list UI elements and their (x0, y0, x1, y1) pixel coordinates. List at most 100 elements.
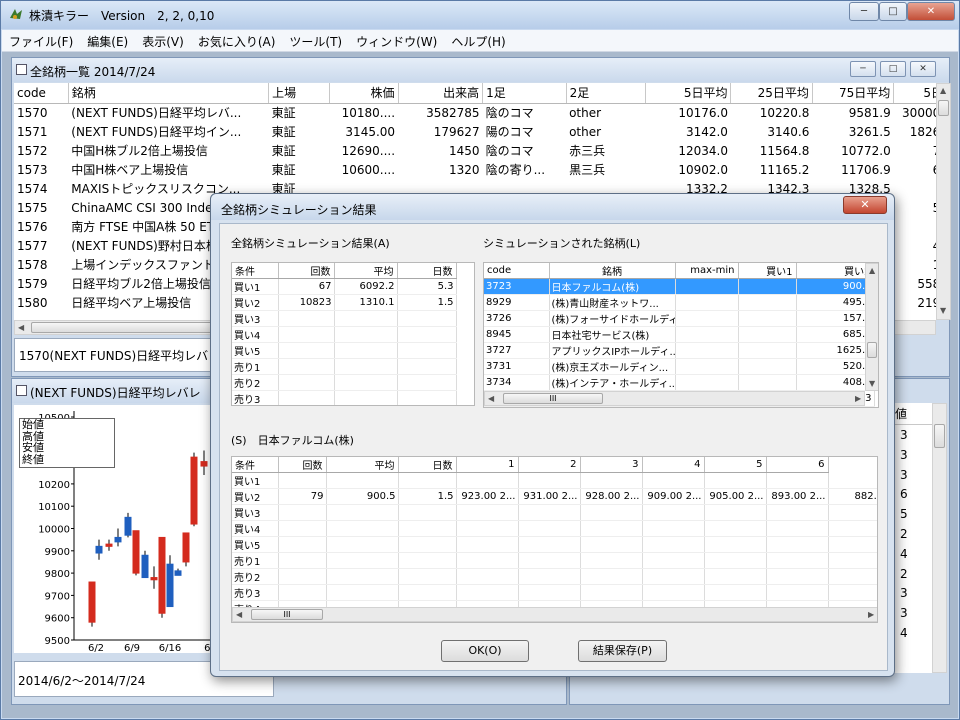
list-col-header-4[interactable]: 出来高 (398, 83, 484, 104)
grid-row[interactable]: 3742ITbook(株) 452.7 (484, 406, 875, 407)
grid-row[interactable]: 買い4 (232, 326, 472, 343)
grid-cell: 買い1 (232, 472, 279, 489)
table-cell: 10902.0 (678, 162, 728, 177)
scroll-down-icon[interactable]: ▼ (869, 379, 875, 388)
menu-item-2[interactable]: 表示(V) (135, 30, 191, 50)
grid-cell: 5.3 (397, 278, 457, 295)
list-col-header-3[interactable]: 株価 (329, 83, 399, 104)
close-button[interactable]: ✕ (907, 2, 955, 21)
grid-col-header-2[interactable]: max-min (675, 263, 739, 279)
maximize-button[interactable]: □ (879, 2, 907, 21)
table-row[interactable]: 1571 (NEXT FUNDS)日経平均イン... 東証 3145.00 179627… (14, 122, 936, 141)
ok-button[interactable]: OK(O) (441, 640, 529, 662)
minimize-button[interactable]: ─ (849, 2, 879, 21)
scroll-right-icon[interactable]: ▶ (868, 610, 874, 619)
stocks-vscrollbar[interactable]: ▲ ▼ (865, 263, 878, 391)
list-vscroll-thumb[interactable] (938, 100, 949, 116)
grid-row[interactable]: 買い2 79 900.5 1.5 923.00 2... 931.00 2... 928.0… (232, 488, 877, 505)
grid-row[interactable]: 3723 日本ファルコム(株) 900.5 (484, 278, 875, 295)
table-row[interactable]: 1570 (NEXT FUNDS)日経平均レバ... 東証 10180.... 3582… (14, 103, 936, 122)
grid-row[interactable]: 売り3 (232, 390, 472, 405)
grid-row[interactable]: 8929 (株)青山財産ネットワ... 495.6 (484, 294, 875, 311)
grid-row[interactable]: 売り3 (232, 584, 877, 601)
scroll-up-icon[interactable]: ▲ (869, 266, 875, 275)
grid-row[interactable]: 買い5 (232, 536, 877, 553)
grid-col-header-2[interactable]: 平均 (334, 263, 398, 279)
list-col-header-1[interactable]: 銘柄 (68, 83, 270, 104)
stocks-hscroll-thumb[interactable]: III (503, 393, 603, 404)
grid-col-header-0[interactable]: 条件 (232, 263, 279, 279)
scroll-left-icon[interactable]: ◀ (18, 323, 24, 332)
menu-item-4[interactable]: ツール(T) (282, 30, 349, 50)
scroll-left-icon[interactable]: ◀ (236, 610, 242, 619)
grid-row[interactable]: 売り2 (232, 568, 877, 585)
grid-col-header-3[interactable]: 買い1 (738, 263, 797, 279)
list-col-header-0[interactable]: code (14, 83, 69, 104)
grid-col-header-1[interactable]: 回数 (278, 263, 335, 279)
grid-row[interactable]: 売り2 (232, 374, 472, 391)
grid-col-header-1[interactable]: 銘柄 (549, 263, 676, 279)
list-col-header-6[interactable]: 2足 (566, 83, 646, 104)
grid-col-header-3[interactable]: 日数 (397, 263, 457, 279)
save-results-button[interactable]: 結果保存(P) (578, 640, 667, 662)
dialog-close-button[interactable]: ✕ (843, 196, 887, 214)
menu-item-6[interactable]: ヘルプ(H) (444, 30, 512, 50)
grid-col-header-7[interactable]: 4 (642, 457, 705, 473)
grid-row[interactable]: 売り1 (232, 552, 877, 569)
table-row[interactable]: 1572 中国H株ブル2倍上場投信 東証 12690.... 1450 陰のコマ 赤三兵 12… (14, 141, 936, 160)
grid-row[interactable]: 買い1 67 6092.2 5.3 (232, 278, 472, 295)
detail-hscroll-thumb[interactable]: III (251, 609, 323, 620)
list-minimize-button[interactable]: ─ (850, 61, 876, 77)
grid-col-header-5[interactable]: 2 (518, 457, 581, 473)
right-grid-cell: 2 (900, 526, 908, 541)
list-vscrollbar[interactable]: ▲ ▼ (936, 83, 951, 320)
grid-col-header-4[interactable]: 1 (456, 457, 519, 473)
grid-col-header-3[interactable]: 日数 (398, 457, 457, 473)
grid-col-header-4[interactable]: 買い2 (796, 263, 875, 279)
detail-hscrollbar[interactable]: ◀ III ▶ (232, 607, 877, 622)
grid-row[interactable]: 買い1 (232, 472, 877, 489)
grid-row[interactable]: 3731 (株)京王ズホールディン... 520.8 (484, 358, 875, 375)
grid-col-header-8[interactable]: 5 (704, 457, 767, 473)
list-col-header-8[interactable]: 25日平均 (730, 83, 813, 104)
grid-col-header-6[interactable]: 3 (580, 457, 643, 473)
scroll-left-icon[interactable]: ◀ (488, 394, 494, 403)
grid-col-header-0[interactable]: code (484, 263, 550, 279)
right-vscroll-thumb[interactable] (934, 424, 945, 448)
grid-col-header-9[interactable]: 6 (766, 457, 829, 473)
scroll-up-icon[interactable]: ▲ (940, 86, 946, 95)
list-close-button[interactable]: ✕ (910, 61, 936, 77)
list-col-header-9[interactable]: 75日平均 (812, 83, 895, 104)
list-col-header-2[interactable]: 上場 (268, 83, 330, 104)
list-maximize-button[interactable]: □ (880, 61, 906, 77)
grid-col-header-0[interactable]: 条件 (232, 457, 279, 473)
grid-row[interactable]: 買い5 (232, 342, 472, 359)
grid-row[interactable]: 3734 (株)インテア・ホールディ... 408.0 (484, 374, 875, 391)
table-row[interactable]: 1573 中国H株ベア上場投信 東証 10600.... 1320 陰の寄り... 黒三兵 1… (14, 160, 936, 179)
stocks-vscroll-thumb[interactable] (867, 342, 877, 358)
right-vscrollbar[interactable] (932, 403, 947, 673)
grid-col-header-1[interactable]: 回数 (278, 457, 327, 473)
grid-row[interactable]: 買い4 (232, 520, 877, 537)
stocks-hscrollbar[interactable]: ◀ III ▶ (484, 391, 865, 406)
grid-row[interactable]: 3726 (株)フォーサイドホールディ... 157.2 (484, 310, 875, 327)
grid-row[interactable]: 8945 日本社宅サービス(株) 685.4 (484, 326, 875, 343)
scroll-down-icon[interactable]: ▼ (940, 306, 946, 315)
list-col-header-5[interactable]: 1足 (482, 83, 567, 104)
menu-item-0[interactable]: ファイル(F) (2, 30, 80, 50)
grid-row[interactable]: 買い2 10823 1310.1 1.5 (232, 294, 472, 311)
grid-cell (704, 552, 767, 569)
menu-item-5[interactable]: ウィンドウ(W) (349, 30, 444, 50)
grid-cell (398, 568, 457, 585)
grid-row[interactable]: 買い3 (232, 504, 877, 521)
grid-row[interactable]: 3727 アプリックスIPホールディ... 1625.9 (484, 342, 875, 359)
grid-col-header-2[interactable]: 平均 (326, 457, 399, 473)
grid-row[interactable]: 買い3 (232, 310, 472, 327)
candle (200, 461, 208, 467)
menu-item-1[interactable]: 編集(E) (80, 30, 135, 50)
menu-item-3[interactable]: お気に入り(A) (191, 30, 283, 50)
list-col-header-7[interactable]: 5日平均 (645, 83, 732, 104)
scroll-right-icon[interactable]: ▶ (855, 394, 861, 403)
list-col-header-10[interactable]: 5日平 (893, 83, 936, 104)
grid-row[interactable]: 売り1 (232, 358, 472, 375)
